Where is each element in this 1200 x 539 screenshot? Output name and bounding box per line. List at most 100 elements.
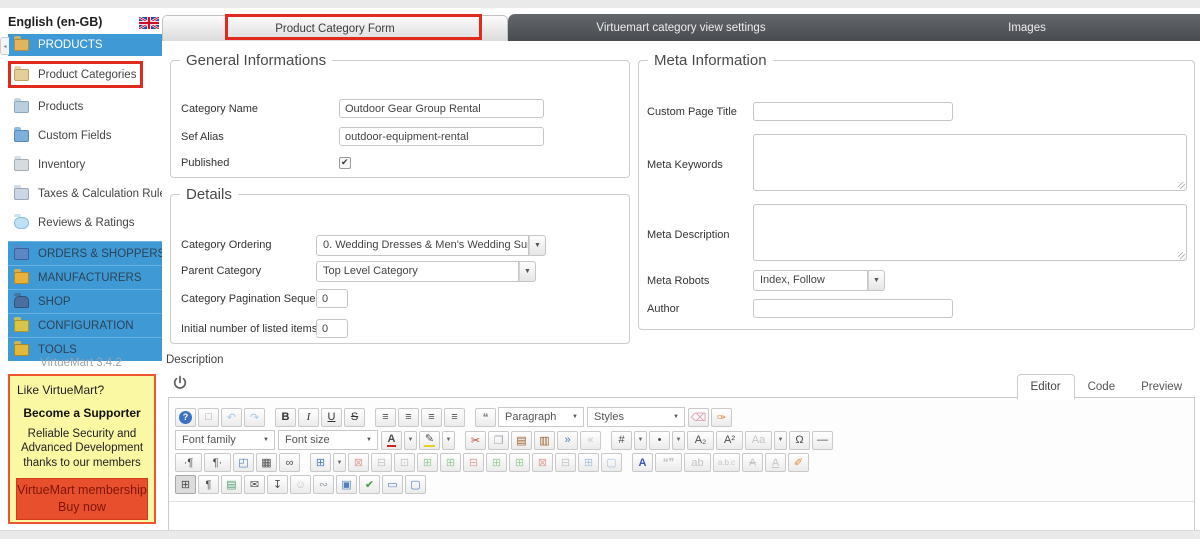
superscript-icon[interactable]: A²: [716, 431, 743, 450]
meta-robots-select[interactable]: Index, Follow ▼: [753, 270, 885, 291]
category-name-input[interactable]: [339, 99, 544, 118]
insert-row-before-icon[interactable]: ⊞: [417, 453, 438, 472]
meta-description-textarea[interactable]: [753, 204, 1187, 261]
sidebar-item-manufacturers[interactable]: MANUFACTURERS: [8, 265, 162, 289]
delete-row-icon[interactable]: ⊟: [463, 453, 484, 472]
iframe-icon[interactable]: ▢: [405, 475, 426, 494]
find-replace-icon[interactable]: ∞: [279, 453, 300, 472]
collapse-handle-icon[interactable]: ◂: [0, 37, 9, 55]
unordered-list-menu-button[interactable]: ▼: [672, 431, 685, 450]
editor-tab-editor[interactable]: Editor: [1017, 374, 1075, 400]
chevron-down-icon[interactable]: ▼: [868, 270, 885, 291]
align-right-icon[interactable]: ≡: [421, 408, 442, 427]
align-justify-icon[interactable]: ≡: [444, 408, 465, 427]
sidebar-item-orders-shoppers[interactable]: ORDERS & SHOPPERS: [8, 241, 162, 265]
sidebar-item-taxes-calculation-rules[interactable]: Taxes & Calculation Rules: [8, 183, 162, 204]
ltr-paragraph-icon[interactable]: ·¶: [175, 453, 202, 472]
case-change-menu-button[interactable]: ▼: [774, 431, 787, 450]
abbreviation-icon[interactable]: ab: [684, 453, 711, 472]
row-properties-icon[interactable]: ⊟: [371, 453, 392, 472]
special-character-icon[interactable]: Ω: [789, 431, 810, 450]
insert-table-menu-button[interactable]: ▼: [333, 453, 346, 472]
initial-items-input[interactable]: [316, 319, 348, 338]
paragraph-format-select[interactable]: Paragraph▼: [498, 407, 584, 427]
redo-icon[interactable]: ↷: [244, 408, 265, 427]
subscript-icon[interactable]: A₂: [687, 431, 714, 450]
horizontal-rule-advanced-icon[interactable]: ▭: [382, 475, 403, 494]
sidebar-item-reviews-ratings[interactable]: Reviews & Ratings: [8, 212, 162, 233]
editor-power-toggle-icon[interactable]: [172, 375, 189, 392]
outdent-icon[interactable]: «: [580, 431, 601, 450]
insert-row-after-icon[interactable]: ⊞: [440, 453, 461, 472]
font-size-select[interactable]: Font size▼: [278, 430, 378, 450]
author-input[interactable]: [753, 299, 953, 318]
unordered-list-icon[interactable]: •: [649, 431, 670, 450]
quotes-icon[interactable]: ❝❞: [655, 453, 682, 472]
page-properties-icon[interactable]: ▤: [221, 475, 242, 494]
show-blocks-icon[interactable]: ¶: [198, 475, 219, 494]
ordered-list-menu-button[interactable]: ▼: [634, 431, 647, 450]
table-border-toggle-icon[interactable]: ▢: [601, 453, 622, 472]
case-change-icon[interactable]: Aa: [745, 431, 772, 450]
align-left-icon[interactable]: ≡: [375, 408, 396, 427]
sidebar-item-custom-fields[interactable]: Custom Fields: [8, 125, 162, 146]
editor-tab-code[interactable]: Code: [1075, 375, 1129, 399]
bold-icon[interactable]: B: [275, 408, 296, 427]
tab-images[interactable]: Images: [854, 14, 1200, 41]
copy-icon[interactable]: ❐: [488, 431, 509, 450]
ordered-list-icon[interactable]: #: [611, 431, 632, 450]
paste-icon[interactable]: ▤: [511, 431, 532, 450]
sidebar-item-products[interactable]: Products: [8, 96, 162, 117]
blockquote-icon[interactable]: ❝: [475, 408, 496, 427]
help-icon[interactable]: ?: [175, 408, 196, 427]
cell-properties-icon[interactable]: ⊡: [394, 453, 415, 472]
strikethrough-icon[interactable]: S: [344, 408, 365, 427]
insert-template-icon[interactable]: ✉: [244, 475, 265, 494]
highlight-color-menu-button[interactable]: ▼: [442, 431, 455, 450]
chevron-down-icon[interactable]: ▼: [529, 235, 546, 256]
styles-select[interactable]: Styles▼: [587, 407, 685, 427]
underline-icon[interactable]: U: [321, 408, 342, 427]
buy-membership-button[interactable]: VirtueMart membership Buy now: [16, 478, 148, 520]
cut-icon[interactable]: ✂: [465, 431, 486, 450]
custom-page-title-input[interactable]: [753, 102, 953, 121]
italic-icon[interactable]: I: [298, 408, 319, 427]
sidebar-item-configuration[interactable]: CONFIGURATION: [8, 313, 162, 337]
highlight-color-icon[interactable]: ✎: [419, 431, 440, 450]
insert-table-icon[interactable]: ⊞: [310, 453, 331, 472]
fullscreen-icon[interactable]: ◰: [233, 453, 254, 472]
delete-col-icon[interactable]: ⊠: [532, 453, 553, 472]
anchor-icon[interactable]: ↧: [267, 475, 288, 494]
published-checkbox[interactable]: [339, 157, 351, 169]
sidebar-item-products[interactable]: ◂PRODUCTS: [8, 34, 162, 56]
align-center-icon[interactable]: ≡: [398, 408, 419, 427]
link-icon[interactable]: ∾: [313, 475, 334, 494]
sidebar-item-product-categories[interactable]: Product Categories: [8, 61, 143, 88]
insert-col-after-icon[interactable]: ⊞: [509, 453, 530, 472]
horizontal-line-icon[interactable]: —: [812, 431, 833, 450]
font-select-icon[interactable]: A: [632, 453, 653, 472]
image-icon[interactable]: ▣: [336, 475, 357, 494]
insert-col-before-icon[interactable]: ⊞: [486, 453, 507, 472]
print-icon[interactable]: ▦: [256, 453, 277, 472]
editor-tab-preview[interactable]: Preview: [1128, 375, 1195, 399]
spellcheck-icon[interactable]: ✔: [359, 475, 380, 494]
meta-keywords-textarea[interactable]: [753, 134, 1187, 191]
emotions-icon[interactable]: ☺: [290, 475, 311, 494]
editor-content[interactable]: [169, 502, 1194, 530]
tab-virtuemart-category-view-settings[interactable]: Virtuemart category view settings: [508, 14, 854, 41]
cleanup-code-icon[interactable]: ✑: [711, 408, 732, 427]
acronym-icon[interactable]: a.b.c: [713, 453, 740, 472]
indent-icon[interactable]: »: [557, 431, 578, 450]
resize-handle-icon[interactable]: [1178, 252, 1185, 259]
text-color-icon[interactable]: A: [381, 431, 402, 450]
toggle-guidelines-icon[interactable]: ⊞: [175, 475, 196, 494]
inserted-text-icon[interactable]: A: [765, 453, 786, 472]
parent-category-select[interactable]: Top Level Category ▼: [316, 261, 536, 282]
sidebar-item-shop[interactable]: SHOP: [8, 289, 162, 313]
sef-alias-input[interactable]: [339, 127, 544, 146]
merge-cells-icon[interactable]: ⊞: [578, 453, 599, 472]
delete-table-icon[interactable]: ⊠: [348, 453, 369, 472]
paste-as-text-icon[interactable]: ▥: [534, 431, 555, 450]
chevron-down-icon[interactable]: ▼: [519, 261, 536, 282]
